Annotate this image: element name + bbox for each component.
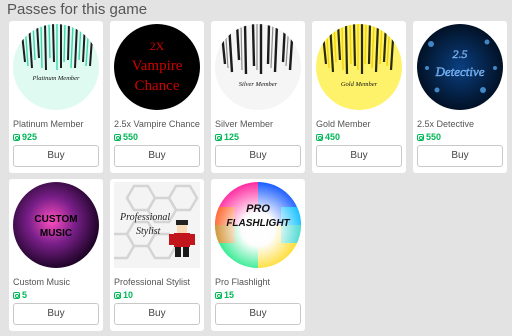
buy-button[interactable]: Buy <box>316 145 402 167</box>
robux-icon <box>13 133 20 141</box>
robux-icon <box>215 133 222 141</box>
pass-price: 925 <box>13 132 37 142</box>
pass-card[interactable]: CUSTOM MUSIC Custom Music 5 Buy <box>9 179 103 331</box>
price-value: 5 <box>22 290 28 300</box>
art-text: FLASHLIGHT <box>226 218 290 229</box>
pass-thumbnail[interactable]: 2X Vampire Chance <box>114 24 200 110</box>
art-text: 2.5 <box>453 47 468 61</box>
pass-thumbnail[interactable]: Gold Member <box>316 24 402 110</box>
pass-price: 125 <box>215 132 239 142</box>
pass-name[interactable]: Platinum Member <box>13 119 103 129</box>
price-value: 450 <box>325 132 341 142</box>
pass-card[interactable]: Silver Member Silver Member 125 Buy <box>211 21 305 173</box>
buy-button[interactable]: Buy <box>13 303 99 325</box>
price-value: 550 <box>426 132 442 142</box>
pass-thumbnail[interactable]: CUSTOM MUSIC <box>13 182 99 268</box>
robux-icon <box>215 291 222 299</box>
platinum-member-art: Platinum Member <box>13 24 99 110</box>
pass-card[interactable]: Platinum Member Platinum Member 925 Buy <box>9 21 103 173</box>
pass-thumbnail[interactable]: PRO FLASHLIGHT <box>215 182 301 268</box>
pass-name[interactable]: Professional Stylist <box>114 277 204 287</box>
robux-icon <box>417 133 424 141</box>
detective-art: 2.5 Detective <box>417 24 503 110</box>
pass-card[interactable]: 2X Vampire Chance 2.5x Vampire Chance 55… <box>110 21 204 173</box>
pass-thumbnail[interactable]: Professional Stylist <box>114 182 200 268</box>
price-value: 550 <box>123 132 139 142</box>
robux-icon <box>316 133 323 141</box>
price-value: 15 <box>224 290 235 300</box>
silver-member-art: Silver Member <box>215 24 301 110</box>
custom-music-art: CUSTOM MUSIC <box>13 182 99 268</box>
pass-thumbnail[interactable]: Platinum Member <box>13 24 99 110</box>
pass-price: 15 <box>215 290 234 300</box>
pass-name[interactable]: Silver Member <box>215 119 305 129</box>
vampire-chance-art: 2X Vampire Chance <box>114 24 200 110</box>
pass-name[interactable]: 2.5x Vampire Chance <box>114 119 204 129</box>
buy-button[interactable]: Buy <box>215 145 301 167</box>
pass-price: 450 <box>316 132 340 142</box>
art-text: Gold Member <box>341 81 378 88</box>
pass-grid: Platinum Member Platinum Member 925 Buy … <box>9 21 509 336</box>
price-value: 125 <box>224 132 240 142</box>
robux-icon <box>114 133 121 141</box>
buy-button[interactable]: Buy <box>114 303 200 325</box>
art-text: Platinum Member <box>31 75 80 82</box>
pass-name[interactable]: Gold Member <box>316 119 406 129</box>
pass-card[interactable]: 2.5 Detective 2.5x Detective 550 Buy <box>413 21 507 173</box>
pass-card[interactable]: PRO FLASHLIGHT Pro Flashlight 15 Buy <box>211 179 305 331</box>
buy-button[interactable]: Buy <box>215 303 301 325</box>
art-text: Chance <box>135 78 180 94</box>
pass-price: 550 <box>417 132 441 142</box>
pass-price: 550 <box>114 132 138 142</box>
professional-stylist-art: Professional Stylist <box>114 182 200 268</box>
pro-flashlight-art: PRO FLASHLIGHT <box>215 182 301 268</box>
pass-thumbnail[interactable]: Silver Member <box>215 24 301 110</box>
price-value: 10 <box>123 290 134 300</box>
pass-name[interactable]: Pro Flashlight <box>215 277 305 287</box>
robux-icon <box>13 291 20 299</box>
art-text: Detective <box>434 64 484 79</box>
pass-card[interactable]: Professional Stylist Professional Stylis… <box>110 179 204 331</box>
art-text: PRO <box>246 203 270 215</box>
robux-icon <box>114 291 121 299</box>
art-text: CUSTOM <box>34 214 77 225</box>
pass-thumbnail[interactable]: 2.5 Detective <box>417 24 503 110</box>
pass-price: 5 <box>13 290 27 300</box>
art-text: 2X <box>150 39 165 53</box>
art-text: Professional <box>119 212 170 223</box>
art-text: Silver Member <box>239 81 278 88</box>
pass-card[interactable]: Gold Member Gold Member 450 Buy <box>312 21 406 173</box>
buy-button[interactable]: Buy <box>13 145 99 167</box>
art-text: MUSIC <box>40 228 72 239</box>
section-title: Passes for this game <box>7 1 148 18</box>
buy-button[interactable]: Buy <box>114 145 200 167</box>
price-value: 925 <box>22 132 38 142</box>
pass-name[interactable]: Custom Music <box>13 277 103 287</box>
pass-price: 10 <box>114 290 133 300</box>
art-text: Stylist <box>136 226 161 237</box>
gold-member-art: Gold Member <box>316 24 402 110</box>
buy-button[interactable]: Buy <box>417 145 503 167</box>
pass-name[interactable]: 2.5x Detective <box>417 119 507 129</box>
art-text: Vampire <box>132 58 183 74</box>
